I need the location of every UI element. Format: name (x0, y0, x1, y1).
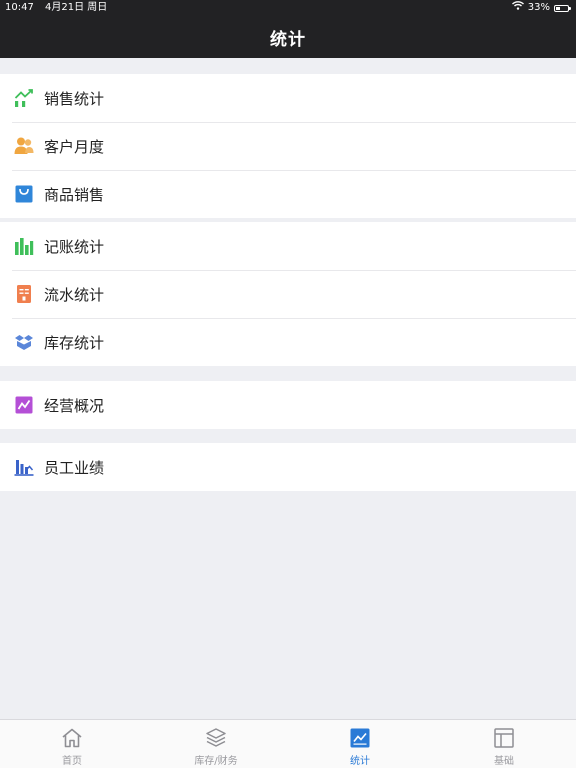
menu-row-label: 员工业绩 (44, 458, 105, 477)
menu-row-bookkeeping-stats[interactable]: 记账统计 (0, 222, 576, 270)
tab-stats[interactable]: 统计 (288, 720, 432, 768)
stats-screen: 10:47 4月21日 周日 33% 统计 销售统计 客户月度 商品销售 记账统… (0, 0, 576, 768)
menu-row-inventory-stats[interactable]: 库存统计 (0, 318, 576, 366)
stats-group-overview: 经营概况 (0, 381, 576, 429)
tab-bar: 首页 库存/财务 统计 基础 (0, 719, 576, 768)
battery-icon (554, 4, 571, 12)
status-right: 33% (511, 0, 571, 16)
menu-row-label: 记账统计 (44, 237, 105, 256)
layout-icon (493, 727, 515, 749)
receipt-icon (14, 284, 34, 304)
tab-label: 库存/财务 (194, 756, 238, 767)
tab-home[interactable]: 首页 (0, 720, 144, 768)
tab-label: 首页 (62, 756, 82, 767)
layers-icon (205, 727, 227, 749)
tab-basic[interactable]: 基础 (432, 720, 576, 768)
stats-icon (349, 727, 371, 749)
wifi-icon (511, 0, 524, 16)
battery-percent: 33% (527, 2, 550, 13)
status-left: 10:47 4月21日 周日 (5, 0, 115, 16)
menu-row-product-sales[interactable]: 商品销售 (0, 170, 576, 218)
stats-group-accounting: 记账统计 流水统计 库存统计 (0, 222, 576, 366)
tab-label: 基础 (494, 756, 514, 767)
menu-row-label: 商品销售 (44, 185, 105, 204)
tab-label: 统计 (350, 756, 370, 767)
stats-group-staff: 员工业绩 (0, 443, 576, 491)
customers-icon (14, 136, 34, 156)
page-title: 统计 (270, 30, 306, 50)
overview-chart-icon (14, 395, 34, 415)
menu-row-label: 客户月度 (44, 137, 105, 156)
shopping-bag-icon (14, 184, 34, 204)
menu-row-staff-performance[interactable]: 员工业绩 (0, 443, 576, 491)
top-bar: 10:47 4月21日 周日 33% 统计 (0, 0, 576, 58)
menu-row-sales-stats[interactable]: 销售统计 (0, 74, 576, 122)
menu-row-label: 经营概况 (44, 396, 105, 415)
tab-inventory-finance[interactable]: 库存/财务 (144, 720, 288, 768)
trend-line-icon (14, 88, 34, 108)
bar-chart-icon (14, 236, 34, 256)
stats-group-sales: 销售统计 客户月度 商品销售 (0, 74, 576, 218)
menu-row-cashflow-stats[interactable]: 流水统计 (0, 270, 576, 318)
menu-row-customer-monthly[interactable]: 客户月度 (0, 122, 576, 170)
performance-icon (14, 457, 34, 477)
menu-row-label: 销售统计 (44, 89, 105, 108)
menu-row-label: 库存统计 (44, 333, 105, 352)
box-icon (14, 332, 34, 352)
menu-row-business-overview[interactable]: 经营概况 (0, 381, 576, 429)
menu-row-label: 流水统计 (44, 285, 105, 304)
status-date: 4月21日 周日 (45, 2, 108, 13)
home-icon (61, 727, 83, 749)
status-time: 10:47 (5, 2, 34, 13)
status-bar: 10:47 4月21日 周日 33% (0, 0, 576, 16)
battery-fill (556, 6, 560, 10)
